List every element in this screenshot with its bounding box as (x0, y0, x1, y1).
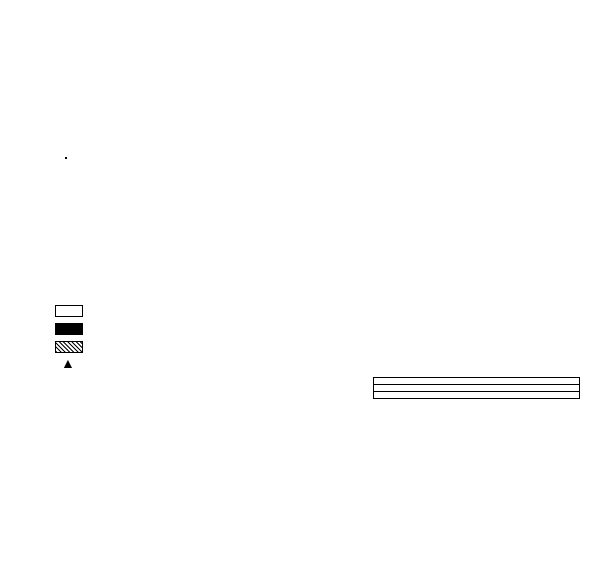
info-sys-val (378, 379, 575, 383)
info-date-val (446, 393, 452, 397)
swatch-noreq (55, 323, 83, 335)
system-info-box (373, 377, 580, 399)
legend-row-noreq (55, 323, 580, 335)
chart-legend (55, 305, 580, 371)
legend-row-noadd (55, 341, 580, 353)
legend-row-blank (55, 305, 580, 317)
legend-row-meet (55, 359, 580, 371)
swatch-meet (55, 359, 83, 371)
info-vendor-val (412, 386, 418, 390)
swatch-noadd (55, 341, 83, 353)
swatch-blank (55, 305, 83, 317)
evaluation-chart (20, 27, 580, 297)
